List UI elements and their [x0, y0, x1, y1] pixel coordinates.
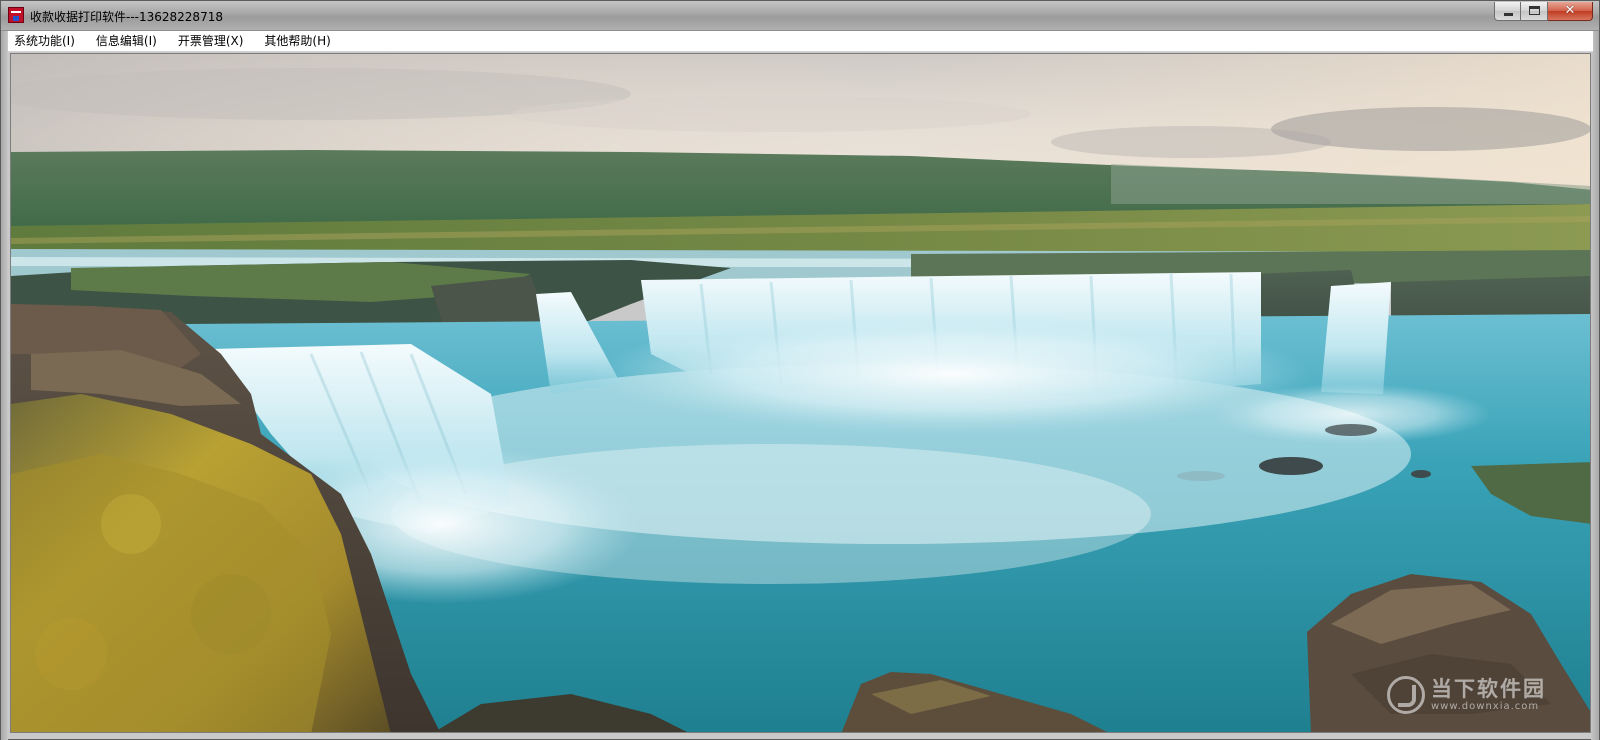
watermark-url: www.downxia.com [1431, 701, 1540, 712]
main-content-area: 当下软件园 www.downxia.com [10, 53, 1591, 733]
menu-invoice-management[interactable]: 开票管理(X) [172, 31, 255, 51]
maximize-button[interactable] [1521, 2, 1548, 21]
window-frame-right [1591, 31, 1599, 740]
window-frame-left [1, 31, 8, 740]
watermark: 当下软件园 www.downxia.com [1387, 676, 1546, 714]
app-window: 收款收据打印软件---13628228718 ✕ 系统功能(I) 信息编辑(I)… [0, 0, 1600, 740]
waterfall-landscape-image [11, 54, 1590, 732]
menu-bar: 系统功能(I) 信息编辑(I) 开票管理(X) 其他帮助(H) [8, 31, 1593, 52]
watermark-main-text: 当下软件园 [1431, 677, 1546, 701]
menu-other-help[interactable]: 其他帮助(H) [258, 31, 341, 51]
watermark-text: 当下软件园 www.downxia.com [1431, 677, 1546, 713]
title-bar[interactable]: 收款收据打印软件---13628228718 ✕ [1, 1, 1599, 31]
minimize-button[interactable] [1494, 2, 1521, 21]
receipt-app-icon[interactable] [8, 7, 24, 23]
minimize-icon [1504, 13, 1513, 16]
watermark-logo-icon [1387, 676, 1425, 714]
menu-info-edit[interactable]: 信息编辑(I) [90, 31, 168, 51]
window-title: 收款收据打印软件---13628228718 [30, 10, 223, 24]
menu-system-functions[interactable]: 系统功能(I) [8, 31, 86, 51]
caption-buttons: ✕ [1494, 2, 1593, 21]
close-button[interactable]: ✕ [1548, 2, 1593, 21]
close-icon: ✕ [1564, 3, 1576, 18]
maximize-icon [1529, 6, 1540, 15]
